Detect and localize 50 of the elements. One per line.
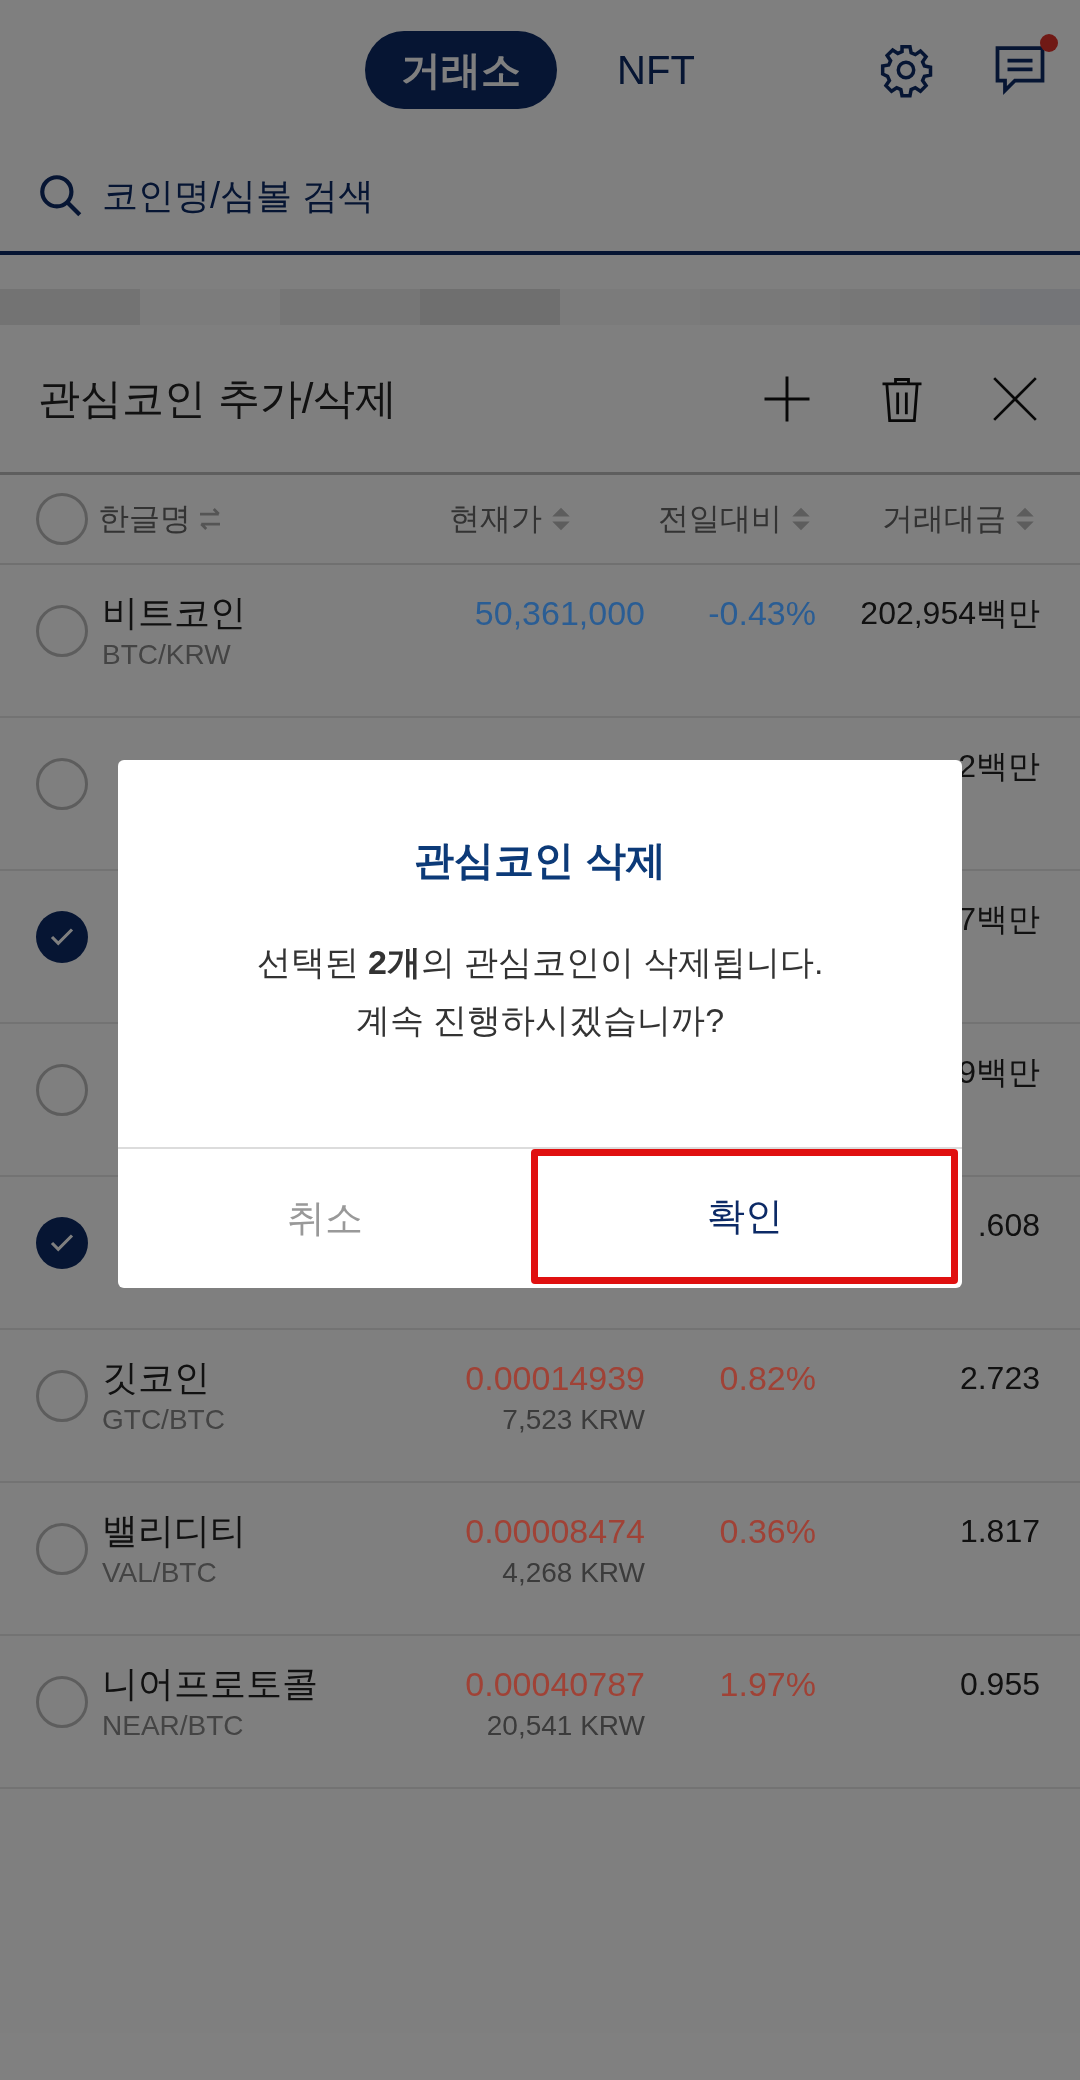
change-rate: 0.36% — [719, 1511, 816, 1552]
trade-volume: 7백만 — [958, 900, 1040, 939]
checkbox[interactable] — [36, 605, 88, 657]
coin-pair: GTC/BTC — [102, 1403, 226, 1437]
checkbox[interactable] — [36, 758, 88, 810]
krw-price: 4,268 KRW — [502, 1556, 645, 1590]
checkbox[interactable] — [36, 1217, 88, 1269]
coin-pair: NEAR/BTC — [102, 1709, 245, 1743]
trade-volume: 1.817 — [959, 1512, 1040, 1551]
cancel-button[interactable]: 취소 — [118, 1149, 531, 1288]
coin-name: 비트코인 — [102, 591, 247, 635]
trade-volume: 202,954백만 — [860, 594, 1040, 633]
change-rate: 0.82% — [719, 1358, 816, 1399]
trade-volume: 0.955 — [959, 1665, 1040, 1704]
checkbox[interactable] — [36, 1523, 88, 1575]
price: 0.00014939 — [465, 1358, 645, 1399]
column-header[interactable]: 전일대비 — [576, 495, 816, 543]
price: 0.00008474 — [465, 1511, 645, 1552]
change-rate: -0.43% — [708, 593, 816, 634]
checkbox[interactable] — [36, 493, 88, 545]
coin-pair: BTC/KRW — [102, 638, 232, 672]
trade-volume: 9백만 — [958, 1053, 1040, 1092]
dialog-message: 계속 진행하시겠습니까? — [355, 1000, 725, 1041]
tab[interactable]: NFT — [597, 31, 715, 109]
coin-name: 깃코인 — [102, 1356, 211, 1400]
coin-name: 니어프로토콜 — [102, 1662, 319, 1706]
panel-title: 관심코인 추가/삭제 — [38, 374, 399, 424]
krw-price: 20,541 KRW — [486, 1709, 645, 1743]
checkbox[interactable] — [36, 1064, 88, 1116]
checkbox[interactable] — [36, 911, 88, 963]
price: 50,361,000 — [474, 593, 645, 634]
settings-icon[interactable] — [878, 42, 934, 98]
price: 0.00040787 — [465, 1664, 645, 1705]
column-header[interactable]: 현재가 — [366, 495, 576, 543]
trade-volume: 2.723 — [959, 1359, 1040, 1398]
krw-price: 7,523 KRW — [502, 1403, 645, 1437]
dialog-message: 선택된 2개의 관심코인이 삭제됩니다. — [256, 942, 824, 983]
search-field[interactable]: 코인명/심볼 검색 — [102, 160, 1080, 231]
trade-volume: 2백만 — [958, 747, 1040, 786]
tab[interactable]: 거래소 — [365, 31, 558, 109]
coin-name: 밸리디티 — [102, 1509, 247, 1553]
dialog-title: 관심코인 삭제 — [414, 837, 666, 884]
column-header[interactable]: 거래대금 — [816, 495, 1040, 543]
confirm-button[interactable]: 확인 — [531, 1149, 958, 1284]
checkbox[interactable] — [36, 1676, 88, 1728]
coin-pair: VAL/BTC — [102, 1556, 218, 1590]
checkbox[interactable] — [36, 1370, 88, 1422]
change-rate: 1.97% — [719, 1664, 816, 1705]
trade-volume: .608 — [977, 1206, 1040, 1245]
column-header[interactable]: 한글명 — [98, 495, 366, 543]
